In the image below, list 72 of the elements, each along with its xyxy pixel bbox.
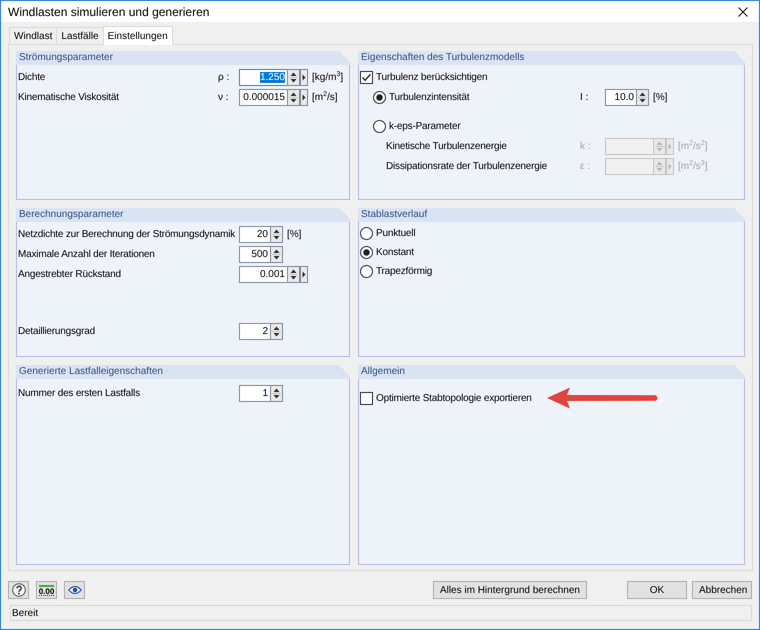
view-button[interactable] [64,581,85,599]
unit-label: [kg/m$^{3}$] [312,72,344,82]
tab[interactable]: Windlast [9,27,58,44]
number-field[interactable]: 0.000015 [239,88,287,106]
radio-label[interactable]: Trapezförmig [376,266,432,277]
symbol-label: k : [580,140,592,152]
cancel-button[interactable]: Abbrechen [692,581,752,599]
number-field[interactable]: 1 [239,384,270,402]
unit-label: [%] [653,92,668,102]
number-field[interactable]: 10.0 [605,88,636,106]
number-field[interactable]: 0.001 [239,266,287,282]
field-label: Netzdichte zur Berechnung der Strömungsdynamik [18,228,236,240]
symbol-label: ρ : [218,72,230,82]
unit-label: [m$^{2}$/s$^{2}$] [678,140,708,152]
decimals-button[interactable]: 0.00 [36,581,57,599]
help-button[interactable] [8,581,29,599]
eye-icon [68,585,82,595]
spin-button[interactable] [270,246,283,262]
panel-title: Stablastverlauf [361,209,428,220]
radio-label[interactable]: Punktuell [376,228,416,239]
number-field[interactable]: 2 [239,322,270,340]
radio-button[interactable] [360,246,373,259]
field-label: Nummer des ersten Lastfalls [18,388,140,398]
close-icon [738,6,748,16]
status-text: Bereit [12,608,38,618]
ok-button[interactable]: OK [627,581,687,599]
panel-title: Generierte Lastfalleigenschaften [19,366,163,377]
symbol-label: ν : [218,92,230,102]
symbol-label: ε : [580,160,592,172]
window-title: Windlasten simulieren und generieren [7,4,210,18]
radio-button[interactable] [373,120,386,132]
field-label: Kinematische Viskosität [18,92,119,102]
spin-button[interactable] [270,384,283,402]
spin-button[interactable] [270,322,283,340]
field-label: Dissipationsrate der Turbulenzenergie [386,160,548,172]
field-label: Detaillierungsgrad [18,326,96,336]
field-label: Maximale Anzahl der Iterationen [18,248,155,260]
number-field[interactable]: 20 [239,226,270,242]
help-icon [12,583,26,597]
checkbox[interactable] [360,392,373,404]
radio-button[interactable] [360,265,373,278]
radio-button[interactable] [360,227,373,240]
panel-title: Strömungsparameter [19,52,113,63]
radio-button[interactable] [373,90,386,104]
radio-label[interactable]: Turbulenzintensität [389,92,470,102]
number-field[interactable]: 1.250 [239,68,287,86]
radio-label[interactable]: Konstant [376,247,414,258]
spin-button[interactable] [287,266,300,282]
spin-button[interactable] [287,68,300,86]
spin-button[interactable] [287,88,300,106]
spin-button[interactable] [636,88,649,106]
unit-label: [m$^{2}$/s$^{3}$] [678,160,708,172]
panel-title: Berechnungsparameter [19,209,124,220]
field-label: Kinetische Turbulenzenergie [386,140,507,152]
field-label: Angestrebter Rückstand [18,268,121,280]
number-field[interactable]: 500 [239,246,270,262]
field-label: Dichte [18,72,46,82]
checkbox[interactable] [360,70,373,84]
panel-title: Eigenschaften des Turbulenzmodells [361,52,524,63]
checkbox-label[interactable]: Turbulenz berücksichtigen [376,72,488,82]
arrow-button[interactable] [300,68,308,86]
symbol-label: I : [580,92,590,102]
radio-label[interactable]: k-eps-Parameter [389,120,460,132]
unit-label: [%] [287,228,302,240]
unit-label: [m$^{2}$/s] [312,92,338,102]
tab[interactable]: Einstellungen [102,26,173,45]
panel-title: Allgemein [361,366,405,377]
arrow-button[interactable] [300,266,308,282]
checkbox-label[interactable]: Optimierte Stabtopologie exportieren [376,392,532,404]
spin-button[interactable] [270,226,283,242]
arrow-button[interactable] [300,88,308,106]
calculate-button[interactable]: Alles im Hintergrund berechnen [432,581,587,599]
